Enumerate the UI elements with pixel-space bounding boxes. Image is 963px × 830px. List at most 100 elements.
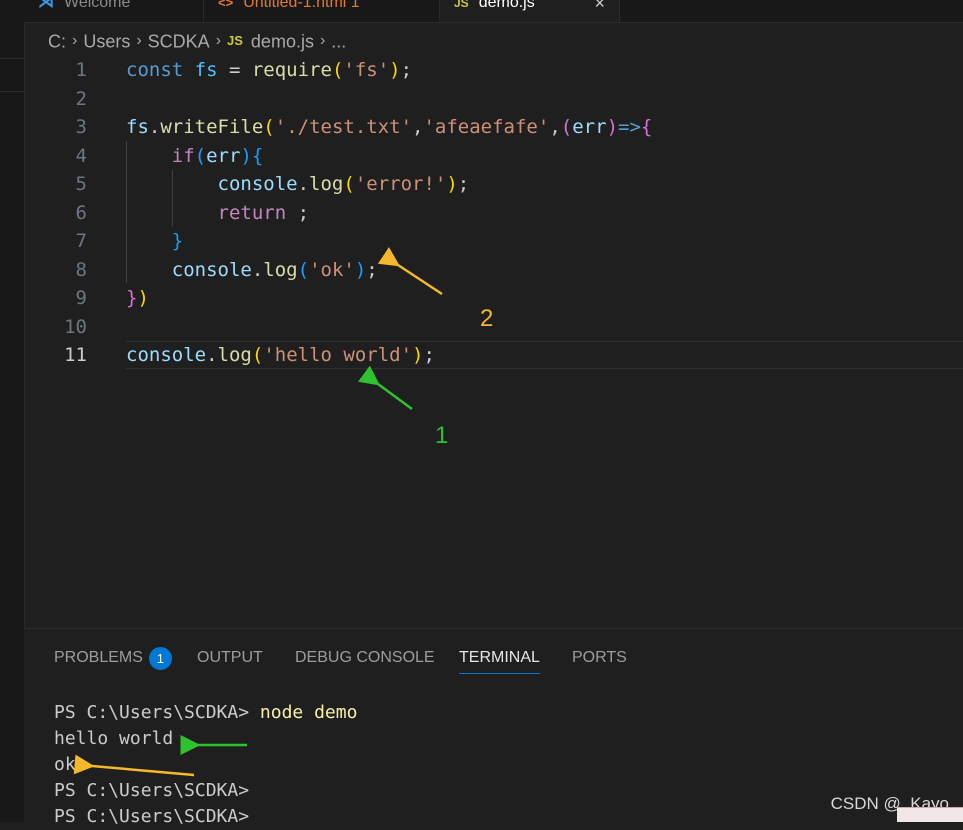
- code-token: (: [194, 144, 207, 167]
- code-text: }): [126, 284, 149, 312]
- line-number: 9: [75, 287, 87, 309]
- activity-bar: [0, 0, 25, 822]
- code-line[interactable]: 7 }: [24, 227, 963, 255]
- tab-ports[interactable]: PORTS: [572, 647, 627, 669]
- code-text: console.log('ok');: [126, 256, 378, 284]
- tab-problems[interactable]: PROBLEMS 1: [54, 647, 172, 670]
- code-token: 'ok': [309, 258, 355, 281]
- line-number: 7: [75, 230, 87, 252]
- code-token: err: [572, 116, 607, 138]
- code-line[interactable]: 9}): [24, 284, 963, 312]
- annotation-label-1: 1: [435, 422, 449, 449]
- code-token: (: [251, 344, 264, 366]
- line-number: 4: [75, 144, 87, 167]
- breadcrumb-users[interactable]: Users: [83, 31, 130, 51]
- code-token: ;: [423, 344, 435, 366]
- code-line[interactable]: 2: [24, 85, 963, 113]
- activity-bar-item[interactable]: [0, 58, 24, 92]
- code-text: fs.writeFile('./test.txt','afeaefafe',(e…: [126, 113, 652, 141]
- code-line[interactable]: 4 if(err){: [24, 142, 963, 170]
- html-file-icon: <>: [218, 0, 234, 10]
- code-token: return: [217, 201, 287, 224]
- chevron-right-icon: ›: [215, 32, 222, 50]
- code-token: ): [137, 287, 149, 309]
- code-token: ): [240, 144, 252, 167]
- code-line[interactable]: 11 console.log('hello world');: [24, 341, 963, 369]
- code-token: writeFile: [160, 116, 264, 138]
- tab-untitled-html[interactable]: <> Untitled-1.html 1: [204, 0, 440, 21]
- terminal-prompt: PS C:\Users\SCDKA>: [54, 702, 260, 723]
- chevron-right-icon: ›: [72, 32, 78, 50]
- code-token: log: [309, 173, 344, 195]
- code-token: const: [126, 59, 195, 81]
- code-token: ): [412, 344, 424, 366]
- line-number: 8: [75, 258, 87, 281]
- code-token: log: [263, 258, 298, 281]
- line-number: 1: [75, 59, 87, 81]
- tab-demo-js[interactable]: JS demo.js ×: [440, 0, 620, 22]
- code-token: .: [297, 173, 310, 195]
- code-editor[interactable]: 1 const fs = require('fs'); 2 3 fs.writeFile…: [24, 56, 963, 628]
- line-number: 10: [64, 315, 87, 338]
- chevron-right-icon: ›: [136, 32, 142, 50]
- js-file-icon: JS: [454, 0, 469, 10]
- terminal-output-hello: hello world: [54, 728, 174, 749]
- terminal-prompt: PS C:\Users\SCDKA>: [54, 780, 250, 801]
- terminal-command: node demo: [259, 702, 358, 723]
- code-line[interactable]: 10: [24, 313, 963, 341]
- code-text: console.log('hello world');: [126, 341, 435, 369]
- code-token: ;: [400, 59, 413, 81]
- code-line[interactable]: 8 console.log('ok');: [24, 256, 963, 284]
- code-token: 'error!': [354, 173, 447, 195]
- code-line[interactable]: 5 console.log('error!');: [24, 170, 963, 198]
- code-token: .: [206, 344, 218, 366]
- code-token: =>: [618, 116, 641, 138]
- code-token: }: [171, 230, 184, 252]
- code-token: ;: [457, 173, 470, 195]
- code-token: .: [148, 116, 161, 138]
- code-line[interactable]: 1 const fs = require('fs');: [24, 56, 963, 84]
- code-token: console: [171, 258, 252, 281]
- code-token: ,: [549, 116, 561, 138]
- code-token: =: [217, 59, 252, 81]
- code-token: ;: [286, 201, 310, 224]
- line-number: 2: [75, 87, 87, 110]
- tab-problems-label: PROBLEMS: [54, 649, 143, 666]
- code-token: require: [251, 59, 332, 81]
- code-text: }: [126, 227, 183, 255]
- problems-count-badge: 1: [148, 647, 172, 670]
- chevron-right-icon: ›: [319, 32, 326, 50]
- close-icon[interactable]: ×: [594, 0, 605, 15]
- code-text: console.log('error!');: [126, 170, 470, 198]
- code-token: 'fs': [343, 59, 390, 81]
- code-token: .: [251, 258, 264, 281]
- breadcrumb-file[interactable]: demo.js: [251, 31, 314, 51]
- annotation-label-2: 2: [480, 305, 494, 332]
- tab-terminal[interactable]: TERMINAL: [459, 647, 540, 674]
- code-token: {: [640, 116, 653, 138]
- terminal-prompt: PS C:\Users\SCDKA>: [54, 806, 250, 827]
- line-number: 11: [64, 344, 87, 366]
- tab-welcome[interactable]: ⋊ Welcome: [24, 0, 204, 21]
- code-token: console: [217, 173, 298, 195]
- code-token: 'afeaefafe': [423, 116, 550, 138]
- tab-label: demo.js: [478, 0, 535, 11]
- breadcrumb-user[interactable]: SCDKA: [148, 31, 210, 51]
- code-token: ): [389, 59, 401, 81]
- code-token: ): [606, 116, 619, 138]
- code-line[interactable]: 6 return ;: [24, 199, 963, 227]
- code-line[interactable]: 3 fs.writeFile('./test.txt','afeaefafe',(…: [24, 113, 963, 141]
- breadcrumb-more[interactable]: ...: [331, 31, 346, 51]
- tab-debug-console[interactable]: DEBUG CONSOLE: [295, 647, 435, 669]
- js-file-icon: JS: [227, 33, 243, 49]
- tab-label: Welcome: [64, 0, 131, 11]
- code-token: err: [206, 144, 241, 167]
- code-token: (: [331, 59, 344, 81]
- breadcrumb-drive[interactable]: C:: [48, 31, 66, 51]
- tab-output[interactable]: OUTPUT: [197, 647, 263, 669]
